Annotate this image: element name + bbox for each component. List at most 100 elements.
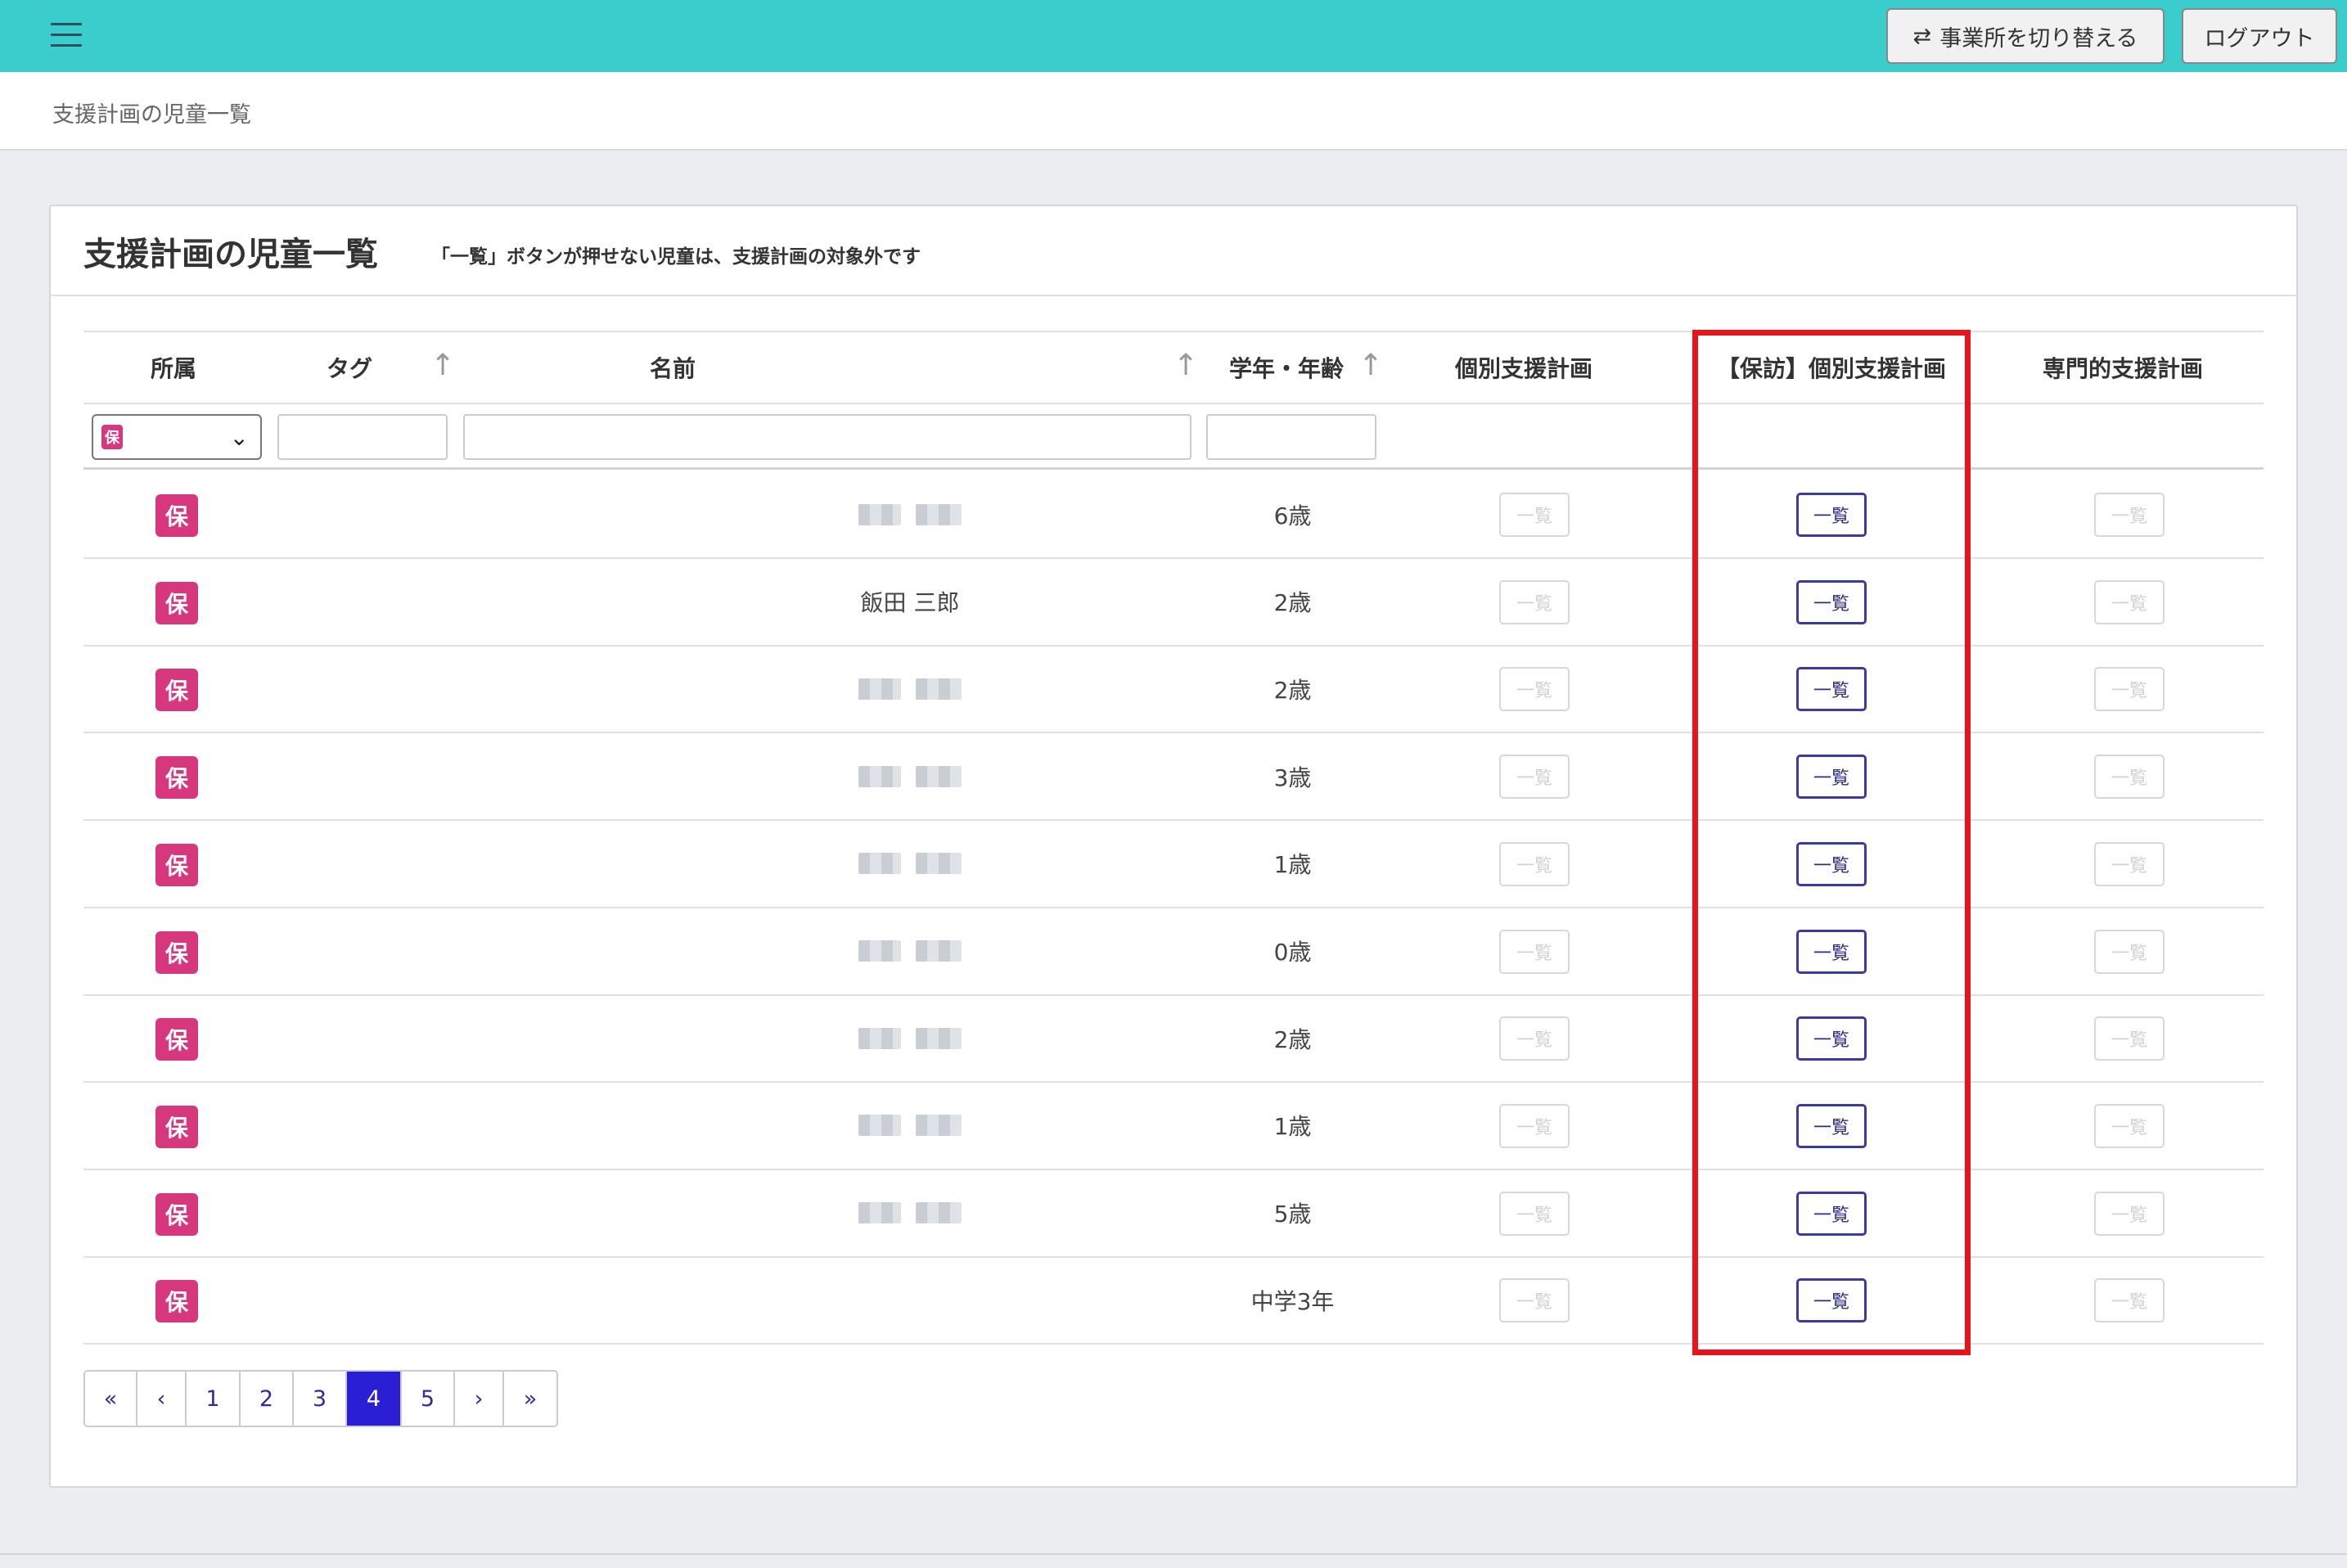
table-row: 保 2歳 一覧 一覧 一覧 <box>83 646 2264 734</box>
name-cell <box>779 821 1041 907</box>
specialized-plan-list-button: 一覧 <box>2094 929 2165 974</box>
logout-button[interactable]: ログアウト <box>2182 8 2337 64</box>
column-tag: タグ <box>326 355 372 382</box>
tag-filter-input[interactable] <box>277 414 448 460</box>
page-first-button[interactable]: « <box>85 1372 137 1426</box>
individual-plan-list-button: 一覧 <box>1499 929 1570 974</box>
visit-plan-list-button[interactable]: 一覧 <box>1796 1103 1867 1148</box>
specialized-plan-list-button: 一覧 <box>2094 1016 2165 1061</box>
specialized-plan-list-button: 一覧 <box>2094 667 2165 712</box>
name-cell <box>779 995 1041 1081</box>
age-cell: 6歳 <box>1273 502 1312 529</box>
redacted-name <box>858 940 962 962</box>
age-cell: 3歳 <box>1273 764 1312 791</box>
individual-plan-list-button: 一覧 <box>1499 841 1570 886</box>
name-cell <box>779 1257 1041 1343</box>
visit-plan-list-button[interactable]: 一覧 <box>1796 1016 1867 1061</box>
grade-filter-input[interactable] <box>1206 414 1376 460</box>
name-cell <box>779 646 1041 732</box>
visit-plan-list-button[interactable]: 一覧 <box>1796 579 1867 624</box>
column-individual-plan: 個別支援計画 <box>1454 355 1592 382</box>
individual-plan-list-button: 一覧 <box>1499 1103 1570 1148</box>
page-last-button[interactable]: » <box>504 1372 556 1426</box>
page-3-button[interactable]: 3 <box>294 1372 347 1426</box>
age-cell: 2歳 <box>1273 676 1312 704</box>
affiliation-badge: 保 <box>155 843 198 886</box>
visit-plan-list-button[interactable]: 一覧 <box>1796 841 1867 886</box>
visit-plan-list-button[interactable]: 一覧 <box>1796 755 1867 800</box>
page-note: 「一覧」ボタンが押せない児童は、支援計画の対象外です <box>431 246 921 268</box>
visit-plan-list-button[interactable]: 一覧 <box>1796 1191 1867 1236</box>
column-visit-plan: 【保訪】個別支援計画 <box>1716 355 1946 382</box>
affiliation-badge: 保 <box>155 669 198 712</box>
specialized-plan-list-button: 一覧 <box>2094 579 2165 624</box>
breadcrumb: 支援計画の児童一覧 <box>52 102 251 128</box>
individual-plan-list-button: 一覧 <box>1499 579 1570 624</box>
page-next-button[interactable]: › <box>455 1372 504 1426</box>
grade-sort-arrow-icon[interactable]: ↑ <box>1358 349 1383 382</box>
table-row: 保 中学3年 一覧 一覧 一覧 <box>83 1257 2264 1345</box>
name-sort-arrow-icon[interactable]: ↑ <box>1174 349 1198 382</box>
column-specialized-plan: 専門的支援計画 <box>2042 355 2203 382</box>
affiliation-filter-value: 保 <box>101 425 123 449</box>
affiliation-filter-select[interactable]: 保 ⌄ <box>92 414 262 460</box>
page-4-button[interactable]: 4 <box>347 1372 402 1426</box>
affiliation-badge: 保 <box>155 1280 198 1323</box>
visit-plan-list-button[interactable]: 一覧 <box>1796 929 1867 974</box>
breadcrumb-bar: 支援計画の児童一覧 <box>0 72 2347 151</box>
table-row: 保 1歳 一覧 一覧 一覧 <box>83 821 2264 908</box>
specialized-plan-list-button: 一覧 <box>2094 1278 2165 1323</box>
specialized-plan-list-button: 一覧 <box>2094 1103 2165 1148</box>
redacted-name <box>858 1027 962 1049</box>
table-row: 保 3歳 一覧 一覧 一覧 <box>83 733 2264 822</box>
age-cell: 0歳 <box>1273 939 1312 966</box>
table-row: 保 飯田 三郎 2歳 一覧 一覧 一覧 <box>83 559 2264 647</box>
affiliation-badge: 保 <box>155 1018 198 1061</box>
affiliation-badge: 保 <box>155 581 198 624</box>
page-1-button[interactable]: 1 <box>187 1372 241 1426</box>
age-cell: 2歳 <box>1273 589 1312 617</box>
page-5-button[interactable]: 5 <box>402 1372 455 1426</box>
visit-plan-list-button[interactable]: 一覧 <box>1796 1278 1867 1323</box>
name-cell <box>779 733 1041 819</box>
table-row: 保 0歳 一覧 一覧 一覧 <box>83 908 2264 996</box>
redacted-name <box>858 678 962 700</box>
individual-plan-list-button: 一覧 <box>1499 1278 1570 1323</box>
specialized-plan-list-button: 一覧 <box>2094 755 2165 800</box>
visit-plan-list-button[interactable]: 一覧 <box>1796 493 1867 537</box>
individual-plan-list-button: 一覧 <box>1499 1016 1570 1061</box>
table-row: 保 2歳 一覧 一覧 一覧 <box>83 995 2264 1084</box>
page-2-button[interactable]: 2 <box>241 1372 294 1426</box>
column-grade-age: 学年・年齢 <box>1228 355 1344 382</box>
card-header: 支援計画の児童一覧 「一覧」ボタンが押せない児童は、支援計画の対象外です <box>51 206 2296 296</box>
affiliation-badge: 保 <box>155 930 198 974</box>
age-cell: 中学3年 <box>1250 1287 1335 1315</box>
pagination: « ‹ 1 2 3 4 5 › » <box>83 1370 558 1427</box>
name-cell <box>779 1083 1041 1169</box>
name-cell <box>779 1170 1041 1256</box>
redacted-name <box>858 1202 962 1224</box>
redacted-name <box>858 503 962 525</box>
page-prev-button[interactable]: ‹ <box>137 1372 187 1426</box>
specialized-plan-list-button: 一覧 <box>2094 841 2165 886</box>
table-row: 保 1歳 一覧 一覧 一覧 <box>83 1083 2264 1170</box>
individual-plan-list-button: 一覧 <box>1499 493 1570 537</box>
column-affiliation: 所属 <box>150 355 196 382</box>
top-bar: ⇄ 事業所を切り替える ログアウト <box>0 0 2347 72</box>
age-cell: 2歳 <box>1273 1025 1312 1053</box>
age-cell: 5歳 <box>1273 1201 1312 1228</box>
filter-row: 保 ⌄ <box>83 404 2264 470</box>
individual-plan-list-button: 一覧 <box>1499 755 1570 800</box>
name-filter-input[interactable] <box>463 414 1192 460</box>
affiliation-badge: 保 <box>155 1105 198 1148</box>
affiliation-badge: 保 <box>155 494 198 537</box>
affiliation-badge: 保 <box>155 1192 198 1236</box>
switch-office-button[interactable]: ⇄ 事業所を切り替える <box>1886 8 2165 64</box>
hamburger-menu-icon[interactable] <box>51 23 82 49</box>
visit-plan-list-button[interactable]: 一覧 <box>1796 667 1867 712</box>
table-row: 保 6歳 一覧 一覧 一覧 <box>83 471 2264 559</box>
page-title: 支援計画の児童一覧 <box>83 236 378 273</box>
swap-arrows-icon: ⇄ <box>1912 23 1932 49</box>
specialized-plan-list-button: 一覧 <box>2094 493 2165 537</box>
name-cell <box>779 908 1041 994</box>
